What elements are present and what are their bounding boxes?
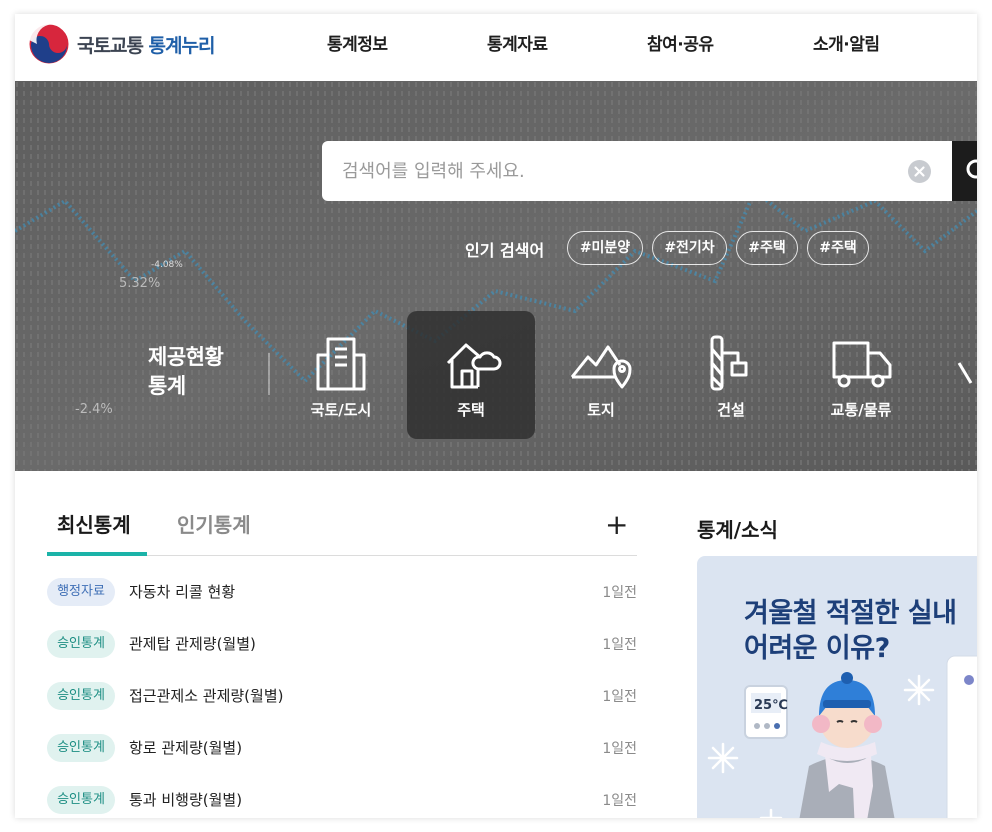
search-button[interactable] [952,141,977,201]
statistics-title: 자동차 리콜 현황 [129,583,236,601]
search-icon [966,159,977,179]
bg-label-a: -4.08% [151,260,183,270]
site-logo[interactable]: 국토교통 통계누리 [27,22,215,66]
taegeuk-logo-icon [28,23,70,65]
statistics-title: 관제탑 관제량(월별) [129,635,256,653]
thermostat-reading: 25℃ [754,698,788,713]
category-badge: 승인통계 [47,682,115,710]
statistics-row[interactable]: 행정자료 자동차 리콜 현황 1일전 [47,578,637,608]
tab-popular-statistics[interactable]: 인기통계 [177,509,251,556]
logo-text: 국토교통 통계누리 [77,34,215,57]
hero-banner: -4.08% 5.32% -2.4% 인기 검색어 #미분양 #전기차 #주택 … [15,81,977,471]
more-plus-button[interactable]: + [605,511,628,539]
category-housing[interactable]: 주택 [407,311,535,439]
page-frame: 국토교통 통계누리 통계정보 통계자료 참여·공유 소개·알림 -4.08% 5… [15,14,977,818]
popular-tag[interactable]: #주택 [736,231,798,265]
nav-statistics-info[interactable]: 통계정보 [327,30,388,55]
category-partial[interactable] [927,311,977,439]
nav-intro-notice[interactable]: 소개·알림 [813,30,880,55]
clear-search-button[interactable] [908,160,931,183]
site-header: 국토교통 통계누리 통계정보 통계자료 참여·공유 소개·알림 [15,14,977,81]
land-pin-icon [570,345,632,389]
category-badge: 행정자료 [47,578,115,606]
updated-time: 1일전 [602,793,637,809]
popular-tag[interactable]: #주택 [807,231,869,265]
search-box [322,141,962,201]
nav-statistics-data[interactable]: 통계자료 [487,30,548,55]
popular-tag[interactable]: #미분양 [567,231,643,265]
category-badge: 승인통계 [47,630,115,658]
category-land[interactable]: 토지 [537,311,665,439]
statistics-row[interactable]: 승인통계 통과 비행량(월별) 1일전 [47,786,637,816]
popular-tag[interactable]: #전기차 [652,231,727,265]
popular-search-label: 인기 검색어 [465,241,545,260]
statistics-row[interactable]: 승인통계 관제탑 관제량(월별) 1일전 [47,630,637,660]
close-icon [914,166,925,177]
house-cloud-icon [446,343,502,389]
category-construction[interactable]: 건설 [667,311,795,439]
truck-icon [832,341,892,388]
search-input[interactable] [342,141,882,201]
category-badge: 승인통계 [47,786,115,814]
crane-icon [710,335,748,391]
category-divider [268,353,270,395]
news-card[interactable]: 겨울철 적절한 실내 어려운 이유? 25℃ [697,556,977,818]
category-transport-logistics[interactable]: 교통/물류 [797,311,925,439]
statistics-title: 항로 관제량(월별) [129,739,243,757]
winter-illustration: 25℃ [707,655,977,818]
building-icon [316,337,366,391]
ship-icon [957,362,973,384]
tab-latest-statistics[interactable]: 최신통계 [47,509,147,556]
statistics-title: 통과 비행량(월별) [129,791,243,809]
category-section-title: 제공현황 통계 [148,345,224,398]
statistics-tabs: 최신통계 인기통계 + [47,509,637,556]
statistics-title: 접근관제소 관제량(월별) [129,687,284,705]
bg-label-c: -2.4% [75,402,113,417]
bg-label-b: 5.32% [119,276,160,291]
updated-time: 1일전 [602,741,637,757]
news-section-title: 통계/소식 [697,518,778,542]
nav-participation-share[interactable]: 참여·공유 [647,30,714,55]
category-land-city[interactable]: 국토/도시 [277,311,405,439]
statistics-row[interactable]: 승인통계 항로 관제량(월별) 1일전 [47,734,637,764]
updated-time: 1일전 [602,585,637,601]
statistics-row[interactable]: 승인통계 접근관제소 관제량(월별) 1일전 [47,682,637,712]
updated-time: 1일전 [602,689,637,705]
category-badge: 승인통계 [47,734,115,762]
updated-time: 1일전 [602,637,637,653]
